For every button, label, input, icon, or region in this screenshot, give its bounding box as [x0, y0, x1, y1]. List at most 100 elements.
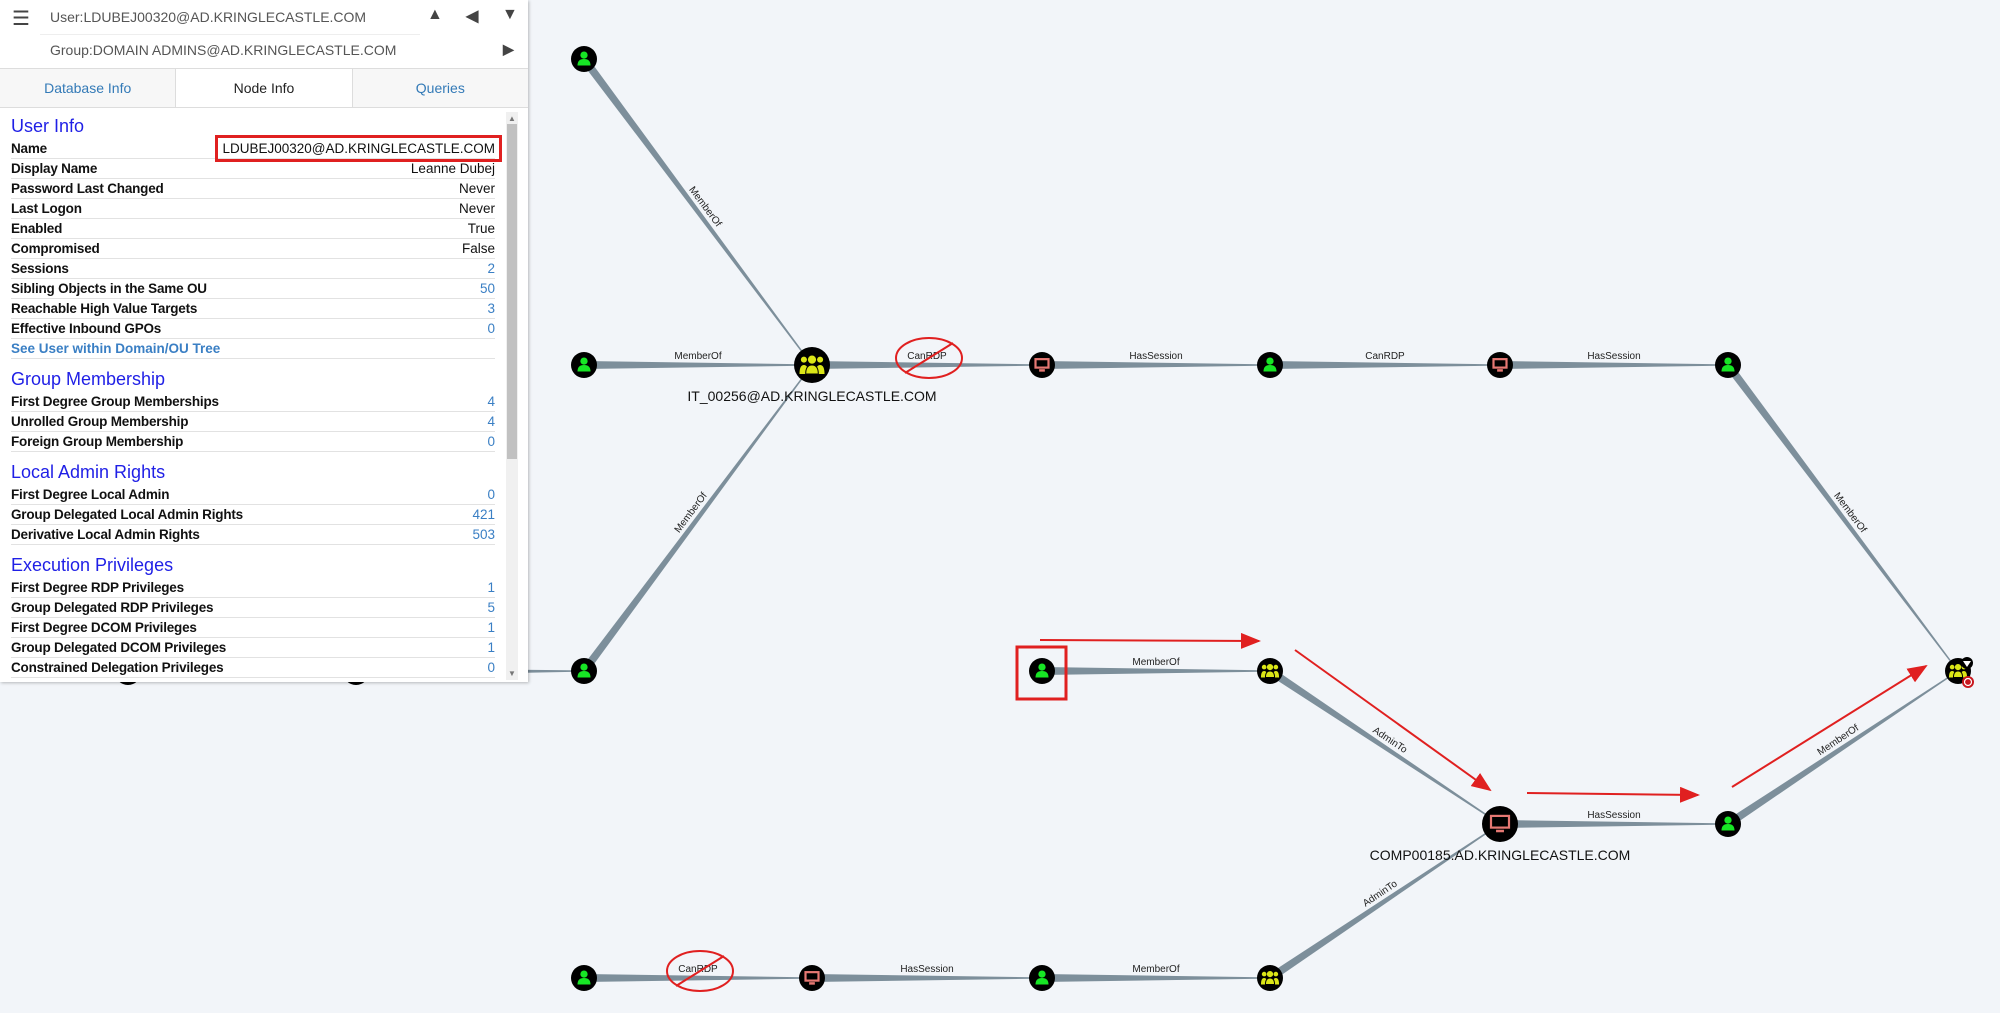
tab-node-info[interactable]: Node Info — [175, 69, 353, 107]
info-row: First Degree Group Memberships 4 — [11, 392, 495, 412]
computer-node[interactable] — [799, 965, 825, 991]
info-row: Sessions 2 — [11, 259, 495, 279]
group-node[interactable]: IT_00256@AD.KRINGLECASTLE.COM — [687, 347, 937, 404]
info-label: Compromised — [11, 241, 100, 256]
tab-queries[interactable]: Queries — [353, 69, 528, 107]
info-value-link[interactable]: 3 — [487, 299, 495, 318]
node-label: IT_00256@AD.KRINGLECASTLE.COM — [687, 388, 936, 404]
info-row: Reachable High Value Targets 3 — [11, 299, 495, 319]
info-label: Derivative Local Admin Rights — [11, 527, 200, 542]
info-value-link[interactable]: 4 — [487, 412, 495, 431]
edge-hassession[interactable]: HasSession — [812, 964, 1042, 982]
filter-icon[interactable]: ▼ — [502, 6, 518, 24]
info-value-link[interactable]: 0 — [487, 658, 495, 677]
start-node-input[interactable]: User:LDUBEJ00320@AD.KRINGLECASTLE.COM — [40, 0, 420, 35]
info-label: Reachable High Value Targets — [11, 301, 198, 316]
tab-bar: Database Info Node Info Queries — [0, 68, 528, 108]
edge-label: HasSession — [900, 964, 953, 975]
computer-node[interactable] — [1029, 352, 1055, 378]
user-node[interactable] — [571, 658, 597, 684]
user-node[interactable] — [571, 965, 597, 991]
info-label: Password Last Changed — [11, 181, 164, 196]
info-row: Derivative Local Admin Rights 503 — [11, 525, 495, 545]
info-value-link[interactable]: 0 — [487, 319, 495, 338]
edge-memberof[interactable]: MemberOf — [1725, 670, 1959, 828]
node-label: COMP00185.AD.KRINGLECASTLE.COM — [1370, 847, 1631, 863]
edge-label: CanRDP — [907, 351, 947, 362]
info-value-link[interactable]: 1 — [487, 618, 495, 637]
edge-hassession[interactable]: HasSession — [1042, 351, 1270, 369]
user-node[interactable] — [1029, 658, 1055, 684]
info-value-link[interactable]: 4 — [487, 392, 495, 411]
info-row: Sibling Objects in the Same OU 50 — [11, 279, 495, 299]
info-value: True — [467, 221, 495, 236]
edge-memberof[interactable]: MemberOf — [584, 351, 812, 369]
info-value: Never — [458, 201, 495, 216]
skip-back-icon[interactable]: ◀ — [466, 6, 478, 26]
info-label: First Degree DCOM Privileges — [11, 620, 197, 635]
annotations — [666, 337, 1928, 992]
execution-privileges-heading: Execution Privileges — [11, 555, 174, 575]
group-node[interactable] — [1945, 657, 1974, 688]
edge-adminto[interactable]: AdminTo — [1267, 667, 1501, 825]
path-arrow — [1731, 664, 1928, 788]
info-value-link[interactable]: 503 — [472, 525, 495, 544]
info-value-link[interactable]: 1 — [487, 638, 495, 657]
info-value-link[interactable]: 421 — [472, 505, 495, 524]
edge-label: CanRDP — [678, 964, 718, 975]
user-node[interactable] — [1257, 352, 1283, 378]
info-row: First Degree Local Admin 0 — [11, 485, 495, 505]
edge-memberof[interactable]: MemberOf — [1042, 657, 1270, 675]
info-value-link[interactable]: 50 — [480, 279, 495, 298]
info-row: Compromised False — [11, 239, 495, 259]
see-user-in-tree-link[interactable]: See User within Domain/OU Tree — [11, 339, 495, 359]
crossed-out-annotation — [666, 950, 734, 992]
edge-memberof[interactable]: MemberOf — [1724, 362, 1959, 672]
info-row: Group Delegated Local Admin Rights 421 — [11, 505, 495, 525]
info-row: Constrained Delegation Privileges 0 — [11, 658, 495, 678]
edge-hassession[interactable]: HasSession — [1500, 351, 1728, 369]
info-value: LDUBEJ00320@AD.KRINGLECASTLE.COM — [215, 135, 502, 162]
user-node[interactable] — [571, 46, 597, 72]
info-value-link[interactable]: 1 — [487, 578, 495, 597]
tab-database-info[interactable]: Database Info — [0, 69, 175, 107]
user-node[interactable] — [571, 352, 597, 378]
edge-memberof[interactable]: MemberOf — [580, 56, 813, 366]
user-node[interactable] — [1715, 352, 1741, 378]
user-node[interactable] — [1715, 811, 1741, 837]
info-label: Name — [11, 141, 47, 156]
road-icon[interactable]: ▲ — [427, 6, 443, 24]
info-value: Never — [458, 181, 495, 196]
scroll-up-icon[interactable]: ▲ — [508, 114, 516, 123]
info-label: Enabled — [11, 221, 63, 236]
info-row: Unrolled Group Membership 4 — [11, 412, 495, 432]
user-node[interactable] — [1029, 965, 1055, 991]
group-node[interactable] — [1257, 965, 1283, 991]
edge-memberof[interactable]: MemberOf — [1042, 964, 1270, 982]
side-panel: ☰ User:LDUBEJ00320@AD.KRINGLECASTLE.COM … — [0, 0, 528, 682]
info-value-link[interactable]: 2 — [487, 259, 495, 278]
scroll-down-icon[interactable]: ▼ — [508, 669, 516, 678]
edge-label: HasSession — [1587, 810, 1640, 821]
info-value-link[interactable]: 0 — [487, 485, 495, 504]
info-label: Group Delegated DCOM Privileges — [11, 640, 227, 655]
scrollbar[interactable]: ▲ ▼ — [506, 112, 518, 680]
info-label: Constrained Delegation Privileges — [11, 660, 224, 675]
info-row: Group Delegated RDP Privileges 5 — [11, 598, 495, 618]
edge-memberof[interactable]: MemberOf — [580, 364, 813, 674]
info-value-link[interactable]: 0 — [487, 432, 495, 451]
target-node-input[interactable]: Group:DOMAIN ADMINS@AD.KRINGLECASTLE.COM — [40, 34, 480, 68]
edge-hassession[interactable]: HasSession — [1500, 810, 1728, 828]
info-row: Group Delegated DCOM Privileges 1 — [11, 638, 495, 658]
hamburger-icon[interactable]: ☰ — [12, 6, 30, 31]
info-value-link[interactable]: 5 — [487, 598, 495, 617]
info-value: False — [461, 241, 495, 256]
info-label: Foreign Group Membership — [11, 434, 184, 449]
play-icon[interactable]: ▶ — [503, 41, 514, 58]
edge-canrdp[interactable]: CanRDP — [1270, 351, 1500, 369]
scrollbar-thumb[interactable] — [507, 124, 517, 459]
local-admin-rights-heading: Local Admin Rights — [11, 462, 166, 482]
edge-label: CanRDP — [1365, 351, 1405, 362]
group-node[interactable] — [1257, 658, 1283, 684]
computer-node[interactable] — [1487, 352, 1513, 378]
